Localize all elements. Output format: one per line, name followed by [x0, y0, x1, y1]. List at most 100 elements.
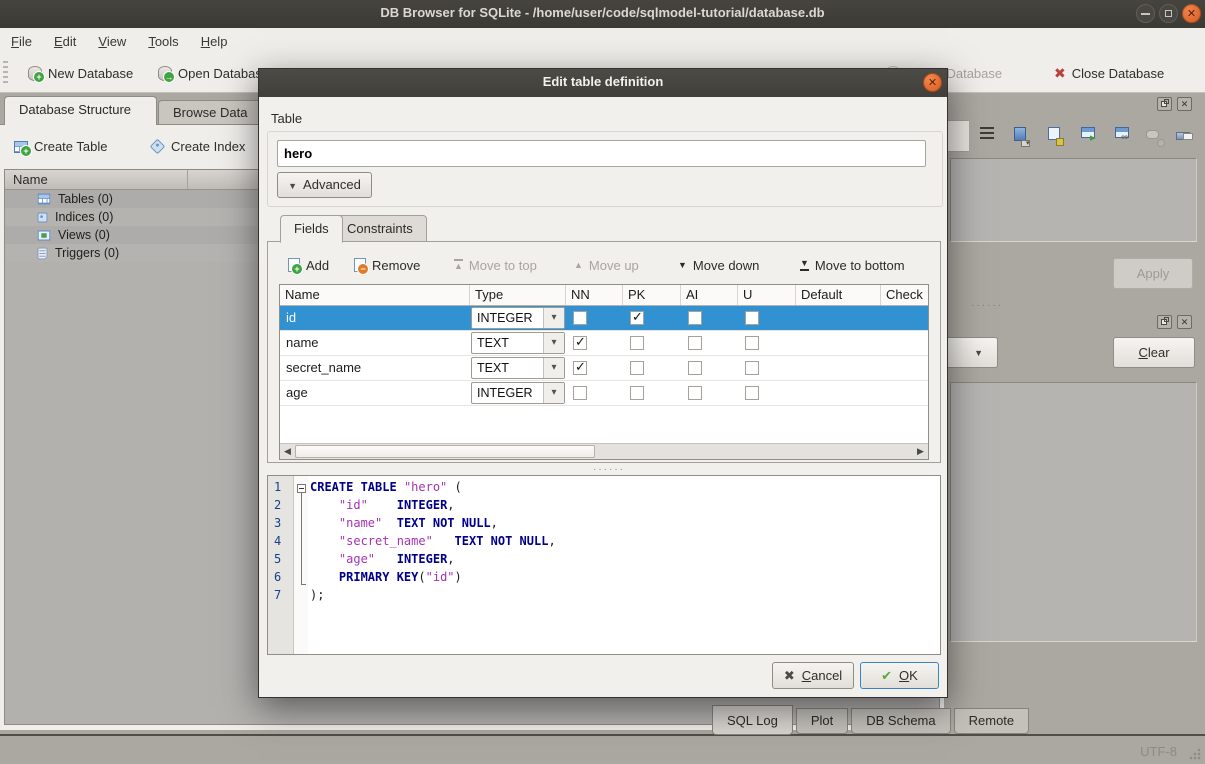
close-button[interactable]: ✕ [1182, 4, 1201, 23]
ai-checkbox[interactable] [688, 311, 702, 325]
nn-checkbox[interactable] [573, 311, 587, 325]
cell-editor-area[interactable] [950, 158, 1197, 242]
dock-close-button-2[interactable]: ✕ [1177, 315, 1192, 329]
tab-browse-data[interactable]: Browse Data [158, 100, 268, 125]
dock-splitter-handle[interactable]: ······ [952, 303, 1022, 309]
tab-db-schema[interactable]: DB Schema [851, 708, 950, 734]
cell-import-button[interactable]: ▾ [1010, 123, 1034, 148]
u-checkbox[interactable] [745, 336, 759, 350]
dock-close-button[interactable]: ✕ [1177, 97, 1192, 111]
nn-checkbox[interactable] [573, 386, 587, 400]
new-database-button[interactable]: + New Database [22, 60, 139, 87]
column-header-pk: PK [623, 285, 681, 305]
create-table-button[interactable]: + Create Table [8, 133, 113, 160]
field-row[interactable]: ageINTEGER▾ [280, 381, 929, 406]
fold-guide-end [301, 584, 306, 585]
resize-grip-icon[interactable] [1189, 748, 1201, 760]
index-icon [38, 212, 48, 222]
ai-checkbox[interactable] [688, 386, 702, 400]
scrollbar-thumb[interactable] [295, 445, 595, 458]
move-to-top-button[interactable]: ▲ Move to top [450, 252, 541, 278]
pk-checkbox[interactable] [630, 386, 644, 400]
dialog-titlebar[interactable]: Edit table definition ✕ [259, 69, 947, 97]
cell-set-null-button[interactable] [1142, 123, 1166, 148]
maximize-button[interactable] [1159, 4, 1178, 23]
field-type-combo[interactable]: TEXT▾ [471, 357, 565, 379]
ai-checkbox[interactable] [688, 361, 702, 375]
dialog-close-button[interactable]: ✕ [923, 73, 942, 92]
edit-table-dialog: Edit table definition ✕ Table ▼Advanced … [258, 68, 948, 698]
field-row[interactable]: nameTEXT▾ [280, 331, 929, 356]
advanced-toggle-button[interactable]: ▼Advanced [277, 172, 372, 198]
menu-item-file[interactable]: File [0, 28, 43, 55]
field-row[interactable]: idINTEGER▾ [280, 306, 929, 331]
sql-token-kw: INTEGER [397, 552, 448, 566]
scroll-left-icon[interactable]: ◀ [280, 444, 295, 459]
chevron-down-icon: ▾ [543, 308, 564, 328]
sql-token-kw: INTEGER [397, 498, 448, 512]
sql-preview-editor[interactable]: 1234567 CREATE TABLE "hero" ( "id" INTEG… [267, 475, 941, 655]
sql-token-pl: , [491, 516, 498, 530]
u-checkbox[interactable] [745, 386, 759, 400]
move-down-button[interactable]: ▼ Move down [674, 252, 763, 278]
scroll-right-icon[interactable]: ▶ [913, 444, 928, 459]
tab-fields[interactable]: Fields [280, 215, 343, 243]
cell-export-button[interactable] [1077, 123, 1101, 148]
close-database-label: Close Database [1072, 66, 1165, 81]
create-index-button[interactable]: Create Index [146, 133, 251, 160]
clear-log-button[interactable]: Clear [1113, 337, 1195, 368]
view-icon [38, 230, 51, 240]
field-type-value: INTEGER [477, 386, 533, 400]
apply-button[interactable]: Apply [1113, 258, 1193, 289]
float-icon-2 [1164, 317, 1169, 322]
sql-token-pl: , [548, 534, 555, 548]
tab-plot[interactable]: Plot [796, 708, 848, 734]
open-database-button[interactable]: → Open Database [152, 60, 275, 87]
menu-item-help[interactable]: Help [190, 28, 239, 55]
pk-checkbox[interactable] [630, 361, 644, 375]
ok-label: OK [899, 668, 918, 683]
menu-item-view[interactable]: View [87, 28, 137, 55]
tab-sql-log[interactable]: SQL Log [712, 705, 793, 735]
field-row[interactable]: secret_nameTEXT▾ [280, 356, 929, 381]
menu-item-tools[interactable]: Tools [137, 28, 189, 55]
tab-constraints[interactable]: Constraints [333, 215, 427, 242]
u-checkbox[interactable] [745, 311, 759, 325]
cell-link-button[interactable] [1111, 123, 1135, 148]
pk-checkbox[interactable] [630, 311, 644, 325]
cell-print-button[interactable] [1172, 123, 1196, 148]
add-field-button[interactable]: + Add [284, 252, 333, 278]
fold-collapse-icon[interactable] [297, 484, 306, 493]
ok-button[interactable]: ✔ OK [860, 662, 939, 689]
pk-checkbox[interactable] [630, 336, 644, 350]
u-checkbox[interactable] [745, 361, 759, 375]
remove-field-button[interactable]: − Remove [350, 252, 424, 278]
menu-item-edit[interactable]: Edit [43, 28, 87, 55]
dock-float-button-2[interactable] [1157, 315, 1172, 329]
app-window: DB Browser for SQLite - /home/user/code/… [0, 0, 1205, 764]
move-up-button[interactable]: ▲ Move up [570, 252, 643, 278]
sql-log-area[interactable] [950, 382, 1197, 642]
field-type-combo[interactable]: TEXT▾ [471, 332, 565, 354]
trigger-icon [38, 247, 48, 259]
cancel-button[interactable]: ✖ Cancel [772, 662, 854, 689]
tab-remote[interactable]: Remote [954, 708, 1030, 734]
field-type-combo[interactable]: INTEGER▾ [471, 307, 565, 329]
toolbar-drag-handle[interactable] [3, 61, 8, 85]
table-name-input[interactable] [277, 140, 926, 167]
field-type-combo[interactable]: INTEGER▾ [471, 382, 565, 404]
cell-editor-mode-button[interactable] [976, 123, 1000, 148]
column-header-u: U [738, 285, 796, 305]
ai-checkbox[interactable] [688, 336, 702, 350]
cell-save-button[interactable] [1044, 123, 1068, 148]
close-database-button[interactable]: ✖ Close Database [1048, 60, 1170, 87]
move-to-bottom-button[interactable]: ▼ Move to bottom [796, 252, 909, 278]
minimize-button[interactable] [1136, 4, 1155, 23]
dialog-splitter-handle[interactable]: ······ [579, 466, 639, 474]
nn-checkbox[interactable] [573, 361, 587, 375]
close-icon: ✕ [1183, 6, 1200, 23]
grid-horizontal-scrollbar[interactable]: ◀ ▶ [280, 443, 928, 459]
dock-float-button[interactable] [1157, 97, 1172, 111]
tab-database-structure[interactable]: Database Structure [4, 96, 157, 125]
nn-checkbox[interactable] [573, 336, 587, 350]
